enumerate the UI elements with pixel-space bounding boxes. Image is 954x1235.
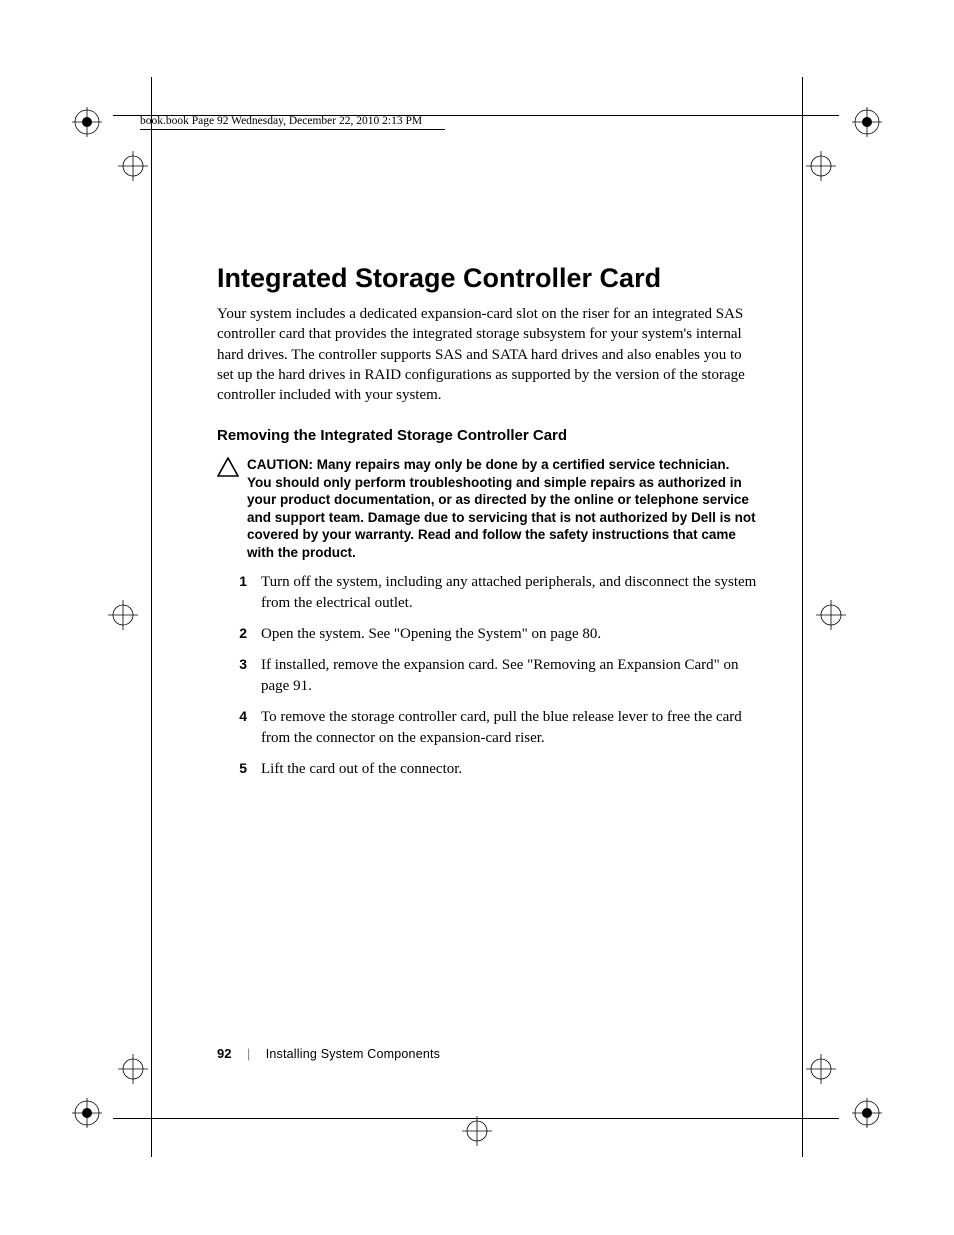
step-text: Open the system. See "Opening the System… — [261, 624, 757, 645]
crop-line-vertical-left — [151, 77, 152, 1157]
registration-mark-icon — [118, 1054, 148, 1084]
registration-mark-icon — [462, 1116, 492, 1146]
registration-mark-icon — [816, 600, 846, 630]
registration-mark-icon — [806, 1054, 836, 1084]
list-item: 1Turn off the system, including any atta… — [217, 572, 757, 614]
step-number: 2 — [217, 624, 261, 645]
caution-triangle-icon — [217, 457, 239, 482]
page-footer: 92 | Installing System Components — [217, 1046, 440, 1061]
crop-line-vertical-right — [802, 77, 803, 1157]
caution-label: CAUTION: — [247, 457, 317, 472]
caution-body: Many repairs may only be done by a certi… — [247, 457, 756, 560]
step-list: 1Turn off the system, including any atta… — [217, 572, 757, 780]
step-number: 4 — [217, 707, 261, 749]
list-item: 5Lift the card out of the connector. — [217, 759, 757, 780]
heading-1: Integrated Storage Controller Card — [217, 263, 757, 294]
intro-paragraph: Your system includes a dedicated expansi… — [217, 304, 757, 405]
registration-mark-icon — [806, 151, 836, 181]
crop-line-horizontal-top — [113, 115, 839, 116]
footer-section-title: Installing System Components — [266, 1047, 440, 1061]
list-item: 3If installed, remove the expansion card… — [217, 655, 757, 697]
heading-2: Removing the Integrated Storage Controll… — [217, 427, 757, 444]
caution-text: CAUTION: Many repairs may only be done b… — [247, 456, 757, 561]
caution-block: CAUTION: Many repairs may only be done b… — [217, 456, 757, 561]
step-text: Turn off the system, including any attac… — [261, 572, 757, 614]
registration-mark-icon — [72, 107, 102, 137]
running-header: book.book Page 92 Wednesday, December 22… — [140, 115, 445, 130]
step-number: 5 — [217, 759, 261, 780]
registration-mark-icon — [852, 107, 882, 137]
registration-mark-icon — [852, 1098, 882, 1128]
step-text: If installed, remove the expansion card.… — [261, 655, 757, 697]
registration-mark-icon — [72, 1098, 102, 1128]
page-number: 92 — [217, 1046, 231, 1061]
body-content: Integrated Storage Controller Card Your … — [217, 263, 757, 780]
footer-separator: | — [247, 1047, 250, 1061]
page-content-area: book.book Page 92 Wednesday, December 22… — [145, 115, 805, 790]
list-item: 2Open the system. See "Opening the Syste… — [217, 624, 757, 645]
step-text: To remove the storage controller card, p… — [261, 707, 757, 749]
step-text: Lift the card out of the connector. — [261, 759, 757, 780]
registration-mark-icon — [118, 151, 148, 181]
step-number: 1 — [217, 572, 261, 614]
step-number: 3 — [217, 655, 261, 697]
list-item: 4To remove the storage controller card, … — [217, 707, 757, 749]
registration-mark-icon — [108, 600, 138, 630]
